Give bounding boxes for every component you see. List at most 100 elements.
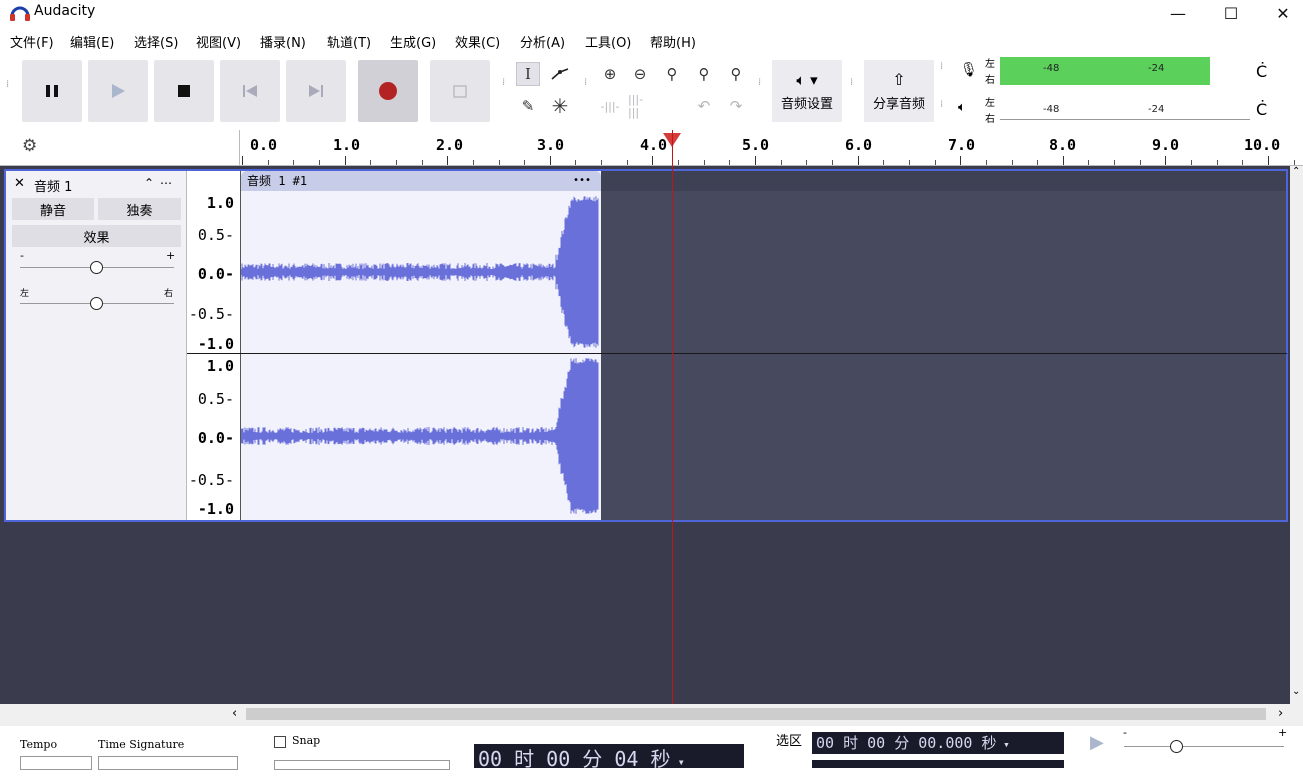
time-display[interactable]: 00 时 00 分 04 秒 ▾ [474, 744, 744, 771]
ruler-tick [242, 156, 243, 165]
fit-selection-button[interactable]: ⚲ [660, 62, 684, 86]
effects-button[interactable]: 效果 [12, 225, 181, 247]
playback-speed-thumb[interactable] [1170, 740, 1183, 753]
maximize-button[interactable]: ☐ [1208, 0, 1254, 26]
ruler-label: 8.0 [1049, 136, 1077, 154]
silence-audio-button[interactable]: |||-||| [628, 93, 652, 119]
track-close-icon[interactable]: ✕ [14, 176, 25, 191]
record-icon [379, 82, 397, 100]
undo-button[interactable]: ↶ [692, 94, 716, 118]
snap-dropdown[interactable] [274, 760, 450, 770]
snap-checkbox[interactable] [274, 736, 286, 748]
zoom-out-icon: ⊖ [633, 65, 647, 83]
menu-analyze[interactable]: 分析(A) [520, 32, 565, 51]
menu-help[interactable]: 帮助(H) [650, 32, 696, 51]
menu-generate[interactable]: 生成(G) [390, 32, 436, 51]
timeline-ruler[interactable]: ⚙ 0.0 1.0 2.0 3.0 4.0 5.0 6.0 7.0 8.0 9.… [0, 130, 1303, 166]
window-title: Audacity [34, 3, 96, 19]
menu-view[interactable]: 视图(V) [196, 32, 241, 51]
skip-to-end-button[interactable] [286, 60, 346, 122]
gain-slider-thumb[interactable] [90, 261, 103, 274]
play-at-speed-icon[interactable]: ▶ [1090, 732, 1104, 753]
tracks-area[interactable]: ✕ 音频 1 ⌃ ⋯ 静音 独奏 效果 - + 左 右 1.0 0.5- 0.0… [0, 166, 1303, 704]
envelope-tool-button[interactable] [548, 62, 572, 86]
ruler-tick [318, 160, 320, 165]
ruler-tick [524, 160, 526, 165]
playback-speed-slider[interactable] [1124, 746, 1284, 747]
menu-tracks[interactable]: 轨道(T) [327, 32, 371, 51]
play-button[interactable] [88, 60, 148, 122]
zoom-in-icon: ⊕ [603, 65, 617, 83]
record-meter-scale-24: -24 [1148, 63, 1165, 74]
record-meter-grip[interactable]: ⁞ [940, 62, 946, 72]
ruler-tick [421, 160, 423, 165]
draw-tool-button[interactable]: ✎ [516, 94, 540, 118]
pause-button[interactable] [22, 60, 82, 122]
menu-effects[interactable]: 效果(C) [455, 32, 500, 51]
selection-start-field[interactable]: 00 时 00 分 00.000 秒 ▾ [812, 732, 1064, 754]
multi-tool-button[interactable]: ✳ [548, 94, 572, 118]
solo-button[interactable]: 独奏 [98, 198, 181, 220]
track-menu-icon[interactable]: ⋯ [160, 176, 172, 190]
ruler-tick [1191, 160, 1193, 165]
play-volume-knob-icon[interactable]: Ċ [1256, 100, 1267, 119]
menu-file[interactable]: 文件(F) [10, 32, 54, 51]
scroll-right-icon[interactable]: › [1278, 706, 1283, 721]
pan-slider-thumb[interactable] [90, 297, 103, 310]
horizontal-scrollbar[interactable]: ‹ › [0, 704, 1303, 726]
menu-tools[interactable]: 工具(O) [585, 32, 631, 51]
timeline-settings-icon[interactable]: ⚙ [22, 136, 37, 156]
time-display-dropdown-icon[interactable]: ▾ [670, 755, 685, 769]
track-collapse-icon[interactable]: ⌃ [144, 176, 154, 190]
ruler-label: 0.0 [250, 136, 278, 154]
audio-track[interactable]: ✕ 音频 1 ⌃ ⋯ 静音 独奏 效果 - + 左 右 1.0 0.5- 0.0… [4, 169, 1288, 522]
scroll-thumb[interactable] [246, 708, 1266, 720]
scroll-left-icon[interactable]: ‹ [232, 706, 237, 721]
clip-header[interactable]: 音频 1 #1 ••• [241, 171, 601, 191]
audacity-logo-icon [10, 6, 30, 21]
record-volume-knob-icon[interactable]: Ċ [1256, 62, 1267, 81]
edit-grip[interactable]: ⁞ [584, 78, 590, 88]
fit-project-button[interactable]: ⚲ [692, 62, 716, 86]
vertical-scale[interactable]: 1.0 0.5- 0.0- -0.5- -1.0 1.0 0.5- 0.0- -… [187, 171, 241, 520]
audio-clip[interactable]: 音频 1 #1 ••• [241, 171, 601, 520]
share-grip[interactable]: ⁞ [850, 78, 856, 88]
skip-to-start-button[interactable] [220, 60, 280, 122]
redo-button[interactable]: ↷ [724, 94, 748, 118]
selection-end-field[interactable] [812, 760, 1064, 768]
play-meter-grip[interactable]: ⁞ [940, 100, 946, 110]
zoom-in-button[interactable]: ⊕ [598, 62, 622, 86]
close-button[interactable]: ✕ [1260, 0, 1303, 26]
menu-select[interactable]: 选择(S) [134, 32, 178, 51]
vertical-scrollbar[interactable]: ⌃ ⌄ [1290, 166, 1303, 704]
scroll-down-icon[interactable]: ⌄ [1292, 686, 1300, 697]
menu-record[interactable]: 播录(N) [260, 32, 306, 51]
play-meter-level[interactable] [1000, 98, 1250, 120]
clip-menu-icon[interactable]: ••• [573, 171, 591, 191]
toolbar-grip[interactable]: ⁞ [6, 80, 12, 90]
ruler-label: 1.0 [333, 136, 361, 154]
selection-dropdown-icon[interactable]: ▾ [996, 738, 1010, 751]
scroll-up-icon[interactable]: ⌃ [1292, 166, 1300, 177]
share-audio-button[interactable]: ⇧ 分享音频 [864, 60, 934, 122]
zoom-toggle-button[interactable]: ⚲ [724, 62, 748, 86]
audio-setup-button[interactable]: 🔈︎ ▾ 音频设置 [772, 60, 842, 122]
minimize-button[interactable]: — [1155, 0, 1201, 26]
audio-setup-grip[interactable]: ⁞ [758, 78, 764, 88]
zoom-out-button[interactable]: ⊖ [628, 62, 652, 86]
mute-button[interactable]: 静音 [12, 198, 94, 220]
waveform[interactable] [241, 191, 601, 520]
playhead-line [672, 130, 673, 704]
redo-icon: ↷ [729, 97, 743, 115]
loop-button[interactable] [430, 60, 490, 122]
ruler-tick [755, 156, 756, 165]
ruler-tick [447, 156, 449, 165]
stop-button[interactable] [154, 60, 214, 122]
track-name[interactable]: 音频 1 [34, 176, 72, 195]
menu-edit[interactable]: 编辑(E) [70, 32, 114, 51]
tools-grip[interactable]: ⁞ [502, 78, 508, 88]
selection-tool-button[interactable]: I [516, 62, 540, 86]
record-button[interactable] [358, 60, 418, 122]
trim-audio-button[interactable]: -|||- [598, 94, 622, 118]
record-meter-level[interactable] [1000, 57, 1210, 85]
